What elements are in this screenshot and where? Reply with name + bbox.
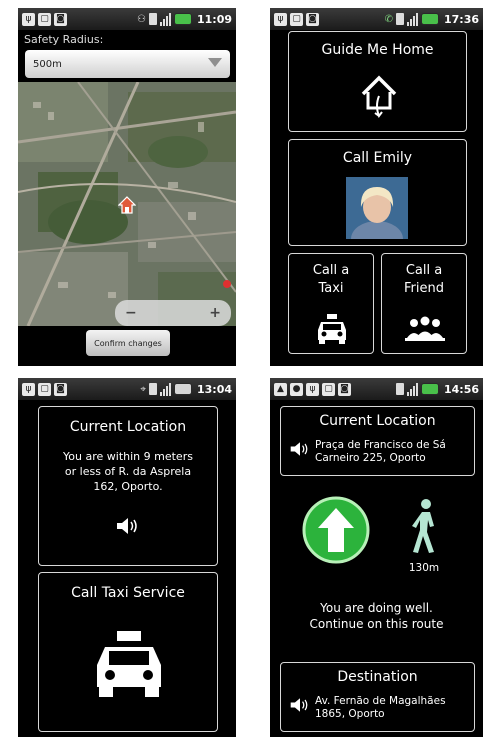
radius-value: 500m — [33, 58, 62, 70]
usb-icon: ψ — [22, 12, 35, 26]
chevron-down-icon — [208, 58, 222, 67]
sd-card-icon: ▢ — [322, 382, 335, 396]
call-emily-button[interactable]: Call Emily — [288, 139, 467, 246]
destination-card[interactable]: Destination Av. Fernão de Magalhães 1865… — [280, 662, 475, 732]
record-icon: ● — [290, 382, 303, 396]
sd-card-icon: ▢ — [290, 12, 303, 26]
usb-icon: ψ — [306, 382, 319, 396]
confirm-changes-button[interactable]: Confirm changes — [86, 330, 170, 356]
home-marker-icon[interactable] — [117, 196, 137, 214]
location-pin-icon — [223, 280, 231, 288]
status-time: 14:56 — [443, 382, 479, 396]
signal-icon — [159, 382, 171, 396]
status-bar: ψ ▢ ◙ ✆ 17:36 — [270, 8, 483, 30]
notification-icon: ◙ — [338, 382, 351, 396]
call-friend-button[interactable]: Call a Friend — [381, 253, 467, 354]
contact-avatar — [346, 177, 408, 239]
zoom-in-button[interactable]: + — [209, 305, 221, 321]
status-bar: ▲ ● ψ ▢ ◙ 14:56 — [270, 378, 483, 400]
notification-icon: ◙ — [306, 12, 319, 26]
current-address: Praça de Francisco de Sá Carneiro 225, O… — [315, 439, 446, 464]
signal-icon — [159, 12, 171, 26]
notification-icon: ◙ — [54, 12, 67, 26]
sd-card-icon: ▢ — [38, 12, 51, 26]
distance-label: 130m — [408, 562, 440, 574]
screen-navigation: ▲ ● ψ ▢ ◙ 14:56 Current Location Praça d… — [270, 378, 483, 737]
friends-icon — [404, 316, 446, 346]
call-friend-label: Call a Friend — [404, 263, 444, 296]
current-location-card[interactable]: Current Location Praça de Francisco de S… — [280, 406, 475, 476]
status-time: 13:04 — [196, 382, 232, 396]
zoom-control: − + — [115, 300, 231, 326]
usb-icon: ψ — [274, 12, 287, 26]
zoom-out-button[interactable]: − — [125, 305, 137, 321]
battery-icon — [173, 383, 192, 395]
usb-icon: ψ — [22, 382, 35, 396]
call-emily-label: Call Emily — [342, 150, 413, 166]
call-taxi-service-button[interactable]: Call Taxi Service — [38, 572, 218, 732]
location-description: You are within 9 meters or less of R. da… — [63, 450, 193, 493]
destination-address: Av. Fernão de Magalhães 1865, Oporto — [315, 695, 446, 720]
speaker-icon[interactable] — [289, 441, 311, 461]
warning-icon: ▲ — [274, 382, 287, 396]
speaker-icon[interactable] — [289, 697, 311, 717]
status-time: 11:09 — [196, 12, 232, 26]
screen-location: ψ ▢ ◙ ⌖ 13:04 Current Location You are w… — [18, 378, 236, 737]
sim-icon — [395, 13, 404, 25]
radius-dropdown[interactable]: 500m — [25, 50, 230, 78]
current-location-card[interactable]: Current Location You are within 9 meters… — [38, 406, 218, 566]
sim-icon — [395, 383, 404, 395]
battery-icon — [173, 13, 192, 25]
call-taxi-button[interactable]: Call a Taxi — [288, 253, 374, 354]
taxi-icon — [315, 314, 349, 348]
direction-arrow-icon — [302, 496, 370, 564]
walking-person-icon — [408, 498, 442, 558]
current-location-title: Current Location — [319, 413, 436, 429]
destination-title: Destination — [337, 669, 418, 685]
call-taxi-label: Call a Taxi — [312, 263, 350, 296]
battery-icon — [420, 383, 439, 395]
guide-me-home-button[interactable]: Guide Me Home — [288, 31, 467, 132]
taxi-icon — [91, 631, 167, 703]
guide-me-home-label: Guide Me Home — [321, 42, 434, 58]
sim-icon — [148, 13, 157, 25]
status-bar: ψ ▢ ◙ ⌖ 13:04 — [18, 378, 236, 400]
satellite-map[interactable] — [18, 82, 236, 326]
vibrate-icon: ⚇ — [137, 13, 146, 25]
home-icon — [359, 72, 399, 124]
guidance-message: You are doing well. Continue on this rou… — [309, 601, 444, 631]
sim-icon — [148, 383, 157, 395]
signal-icon — [406, 382, 418, 396]
sd-card-icon: ▢ — [38, 382, 51, 396]
call-taxi-service-label: Call Taxi Service — [71, 585, 185, 601]
current-location-title: Current Location — [69, 419, 187, 435]
gps-icon: ⌖ — [140, 383, 146, 395]
status-time: 17:36 — [443, 12, 479, 26]
signal-icon — [406, 12, 418, 26]
status-bar: ψ ▢ ◙ ⚇ 11:09 — [18, 8, 236, 30]
battery-icon — [420, 13, 439, 25]
notification-icon: ◙ — [54, 382, 67, 396]
phone-icon: ✆ — [384, 13, 393, 25]
speaker-icon[interactable] — [115, 517, 141, 539]
safety-radius-label: Safety Radius: — [24, 33, 104, 46]
screen-menu: ψ ▢ ◙ ✆ 17:36 Guide Me Home Call Emily C… — [270, 8, 483, 366]
